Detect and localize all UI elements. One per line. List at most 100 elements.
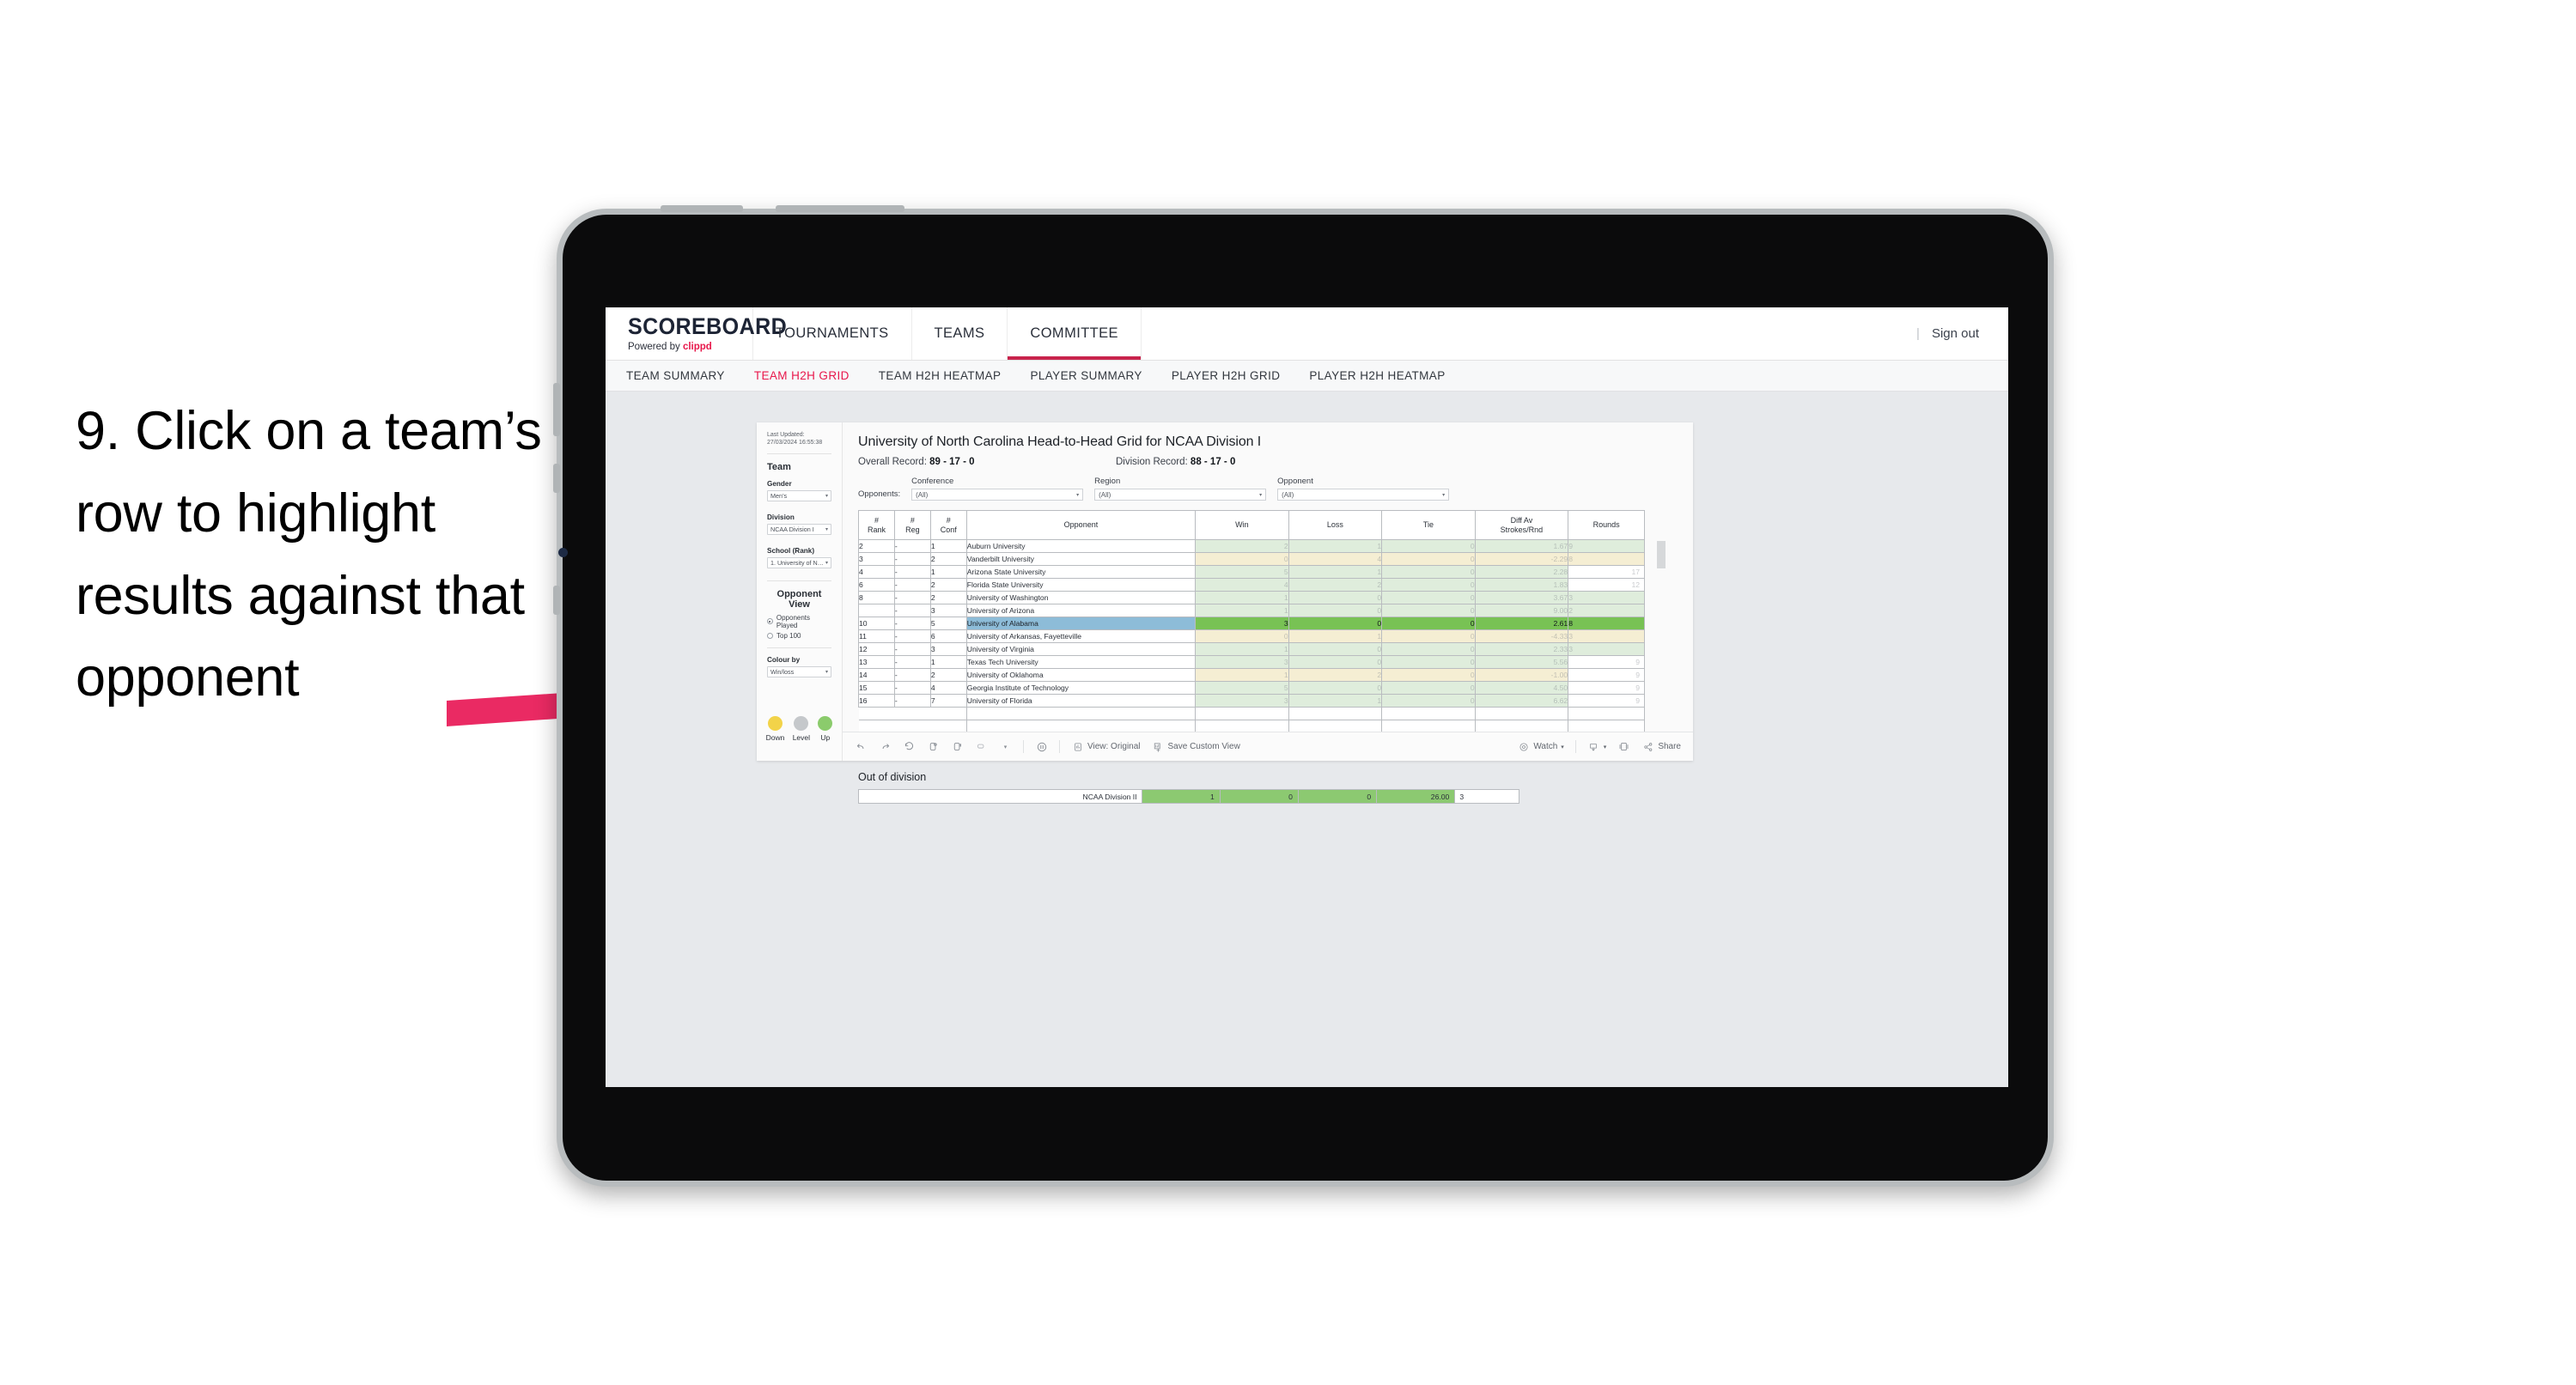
cell-rank: 14 [858, 668, 895, 682]
cell-reg: - [893, 578, 931, 592]
gender-select[interactable]: Men’s ▾ [767, 489, 831, 501]
filter-conference-label: Conference [911, 477, 954, 486]
subnav-item-player-summary[interactable]: PLAYER SUMMARY [1030, 369, 1142, 382]
col-reg-line1: # [910, 516, 915, 525]
topnav-item-committee[interactable]: COMMITTEE [1008, 307, 1142, 360]
table-row[interactable]: 4-1 Arizona State University 5 1 0 2.28 17 [858, 565, 1645, 579]
table-scrollbar[interactable] [1657, 541, 1666, 666]
col-win[interactable]: Win [1195, 510, 1289, 540]
brand-logo[interactable]: SCOREBOARD Powered by clippd [606, 307, 787, 360]
fullscreen-icon[interactable] [1617, 740, 1630, 753]
subnav-item-player-h2h-grid[interactable]: PLAYER H2H GRID [1172, 369, 1281, 382]
table-row[interactable]: 16-7 University of Florida 3 1 0 6.62 9 [858, 694, 1645, 708]
division-select[interactable]: NCAA Division I ▾ [767, 523, 831, 535]
school-rank-select[interactable]: 1. University of Nort... ▾ [767, 556, 831, 568]
cell-diff: 2.28 [1474, 565, 1569, 579]
table-row[interactable]: 6-2 Florida State University 4 2 0 1.83 12 [858, 578, 1645, 592]
ood-tie: 0 [1297, 789, 1378, 804]
cell-rounds: 2 [1568, 604, 1645, 617]
cell-diff: -2.29 [1474, 552, 1569, 566]
cell-rounds: 9 [1568, 681, 1645, 695]
records-row: Overall Record: 89 - 17 - 0 Division Rec… [858, 457, 1678, 467]
undo-arrow-icon[interactable] [975, 740, 988, 753]
header-right-group: | Sign out [1916, 307, 2008, 360]
volume-up-button [553, 464, 560, 493]
subnav-item-player-h2h-heatmap[interactable]: PLAYER H2H HEATMAP [1309, 369, 1445, 382]
view-original-label: View: Original [1087, 742, 1141, 751]
cell-conf: 4 [929, 681, 967, 695]
filter-region-select[interactable]: (All) ▾ [1094, 489, 1267, 501]
filter-region-value: (All) [1099, 490, 1111, 499]
col-rounds[interactable]: Rounds [1568, 510, 1645, 540]
download-button[interactable]: ▾ [1587, 740, 1606, 753]
cell-rank: 3 [858, 552, 895, 566]
tablet-device-frame: SCOREBOARD Powered by clippd TOURNAMENTS… [553, 205, 2054, 1187]
cell-reg: - [893, 655, 931, 669]
radio-opponents-played[interactable]: Opponents Played [767, 614, 831, 629]
filter-conference-select[interactable]: (All) ▾ [911, 489, 1084, 501]
filter-conference: Conference (All) ▾ [911, 477, 1084, 501]
table-row[interactable]: 14-2 University of Oklahoma 1 2 0 -1.00 9 [858, 668, 1645, 682]
subnav-item-team-h2h-heatmap[interactable]: TEAM H2H HEATMAP [879, 369, 1002, 382]
col-rank-line1: # [874, 516, 879, 525]
device-button-top-2 [776, 205, 904, 212]
colour-by-select[interactable]: Win/loss ▾ [767, 665, 831, 677]
table-row[interactable]: 15-4 Georgia Institute of Technology 5 0 0 4.… [858, 681, 1645, 695]
chevron-down-icon[interactable]: ▾ [999, 740, 1012, 753]
table-row[interactable]: -3 University of Arizona 1 0 0 9.00 2 [858, 604, 1645, 617]
col-rank[interactable]: # Rank [858, 510, 895, 540]
legend-label-down: Down [765, 733, 785, 742]
out-of-division-row[interactable]: NCAA Division II 1 0 0 26.00 3 [858, 789, 1519, 804]
empty-cell [1288, 707, 1383, 720]
sign-out-link[interactable]: Sign out [1932, 326, 1979, 341]
col-conf[interactable]: # Conf [929, 510, 967, 540]
topnav-item-teams[interactable]: TEAMS [912, 307, 1008, 360]
ood-loss: 0 [1219, 789, 1299, 804]
refresh-icon[interactable] [927, 740, 940, 753]
col-tie[interactable]: Tie [1381, 510, 1476, 540]
subnav-item-team-summary[interactable]: TEAM SUMMARY [626, 369, 725, 382]
cell-diff: 1.83 [1474, 578, 1569, 592]
subnav-item-team-h2h-grid[interactable]: TEAM H2H GRID [754, 369, 850, 382]
col-diff-av-strokes[interactable]: Diff Av Strokes/Rnd [1474, 510, 1569, 540]
cell-loss: 1 [1288, 694, 1383, 708]
col-conf-line1: # [946, 516, 951, 525]
table-scrollbar-thumb[interactable] [1657, 541, 1666, 568]
topnav-item-tournaments[interactable]: TOURNAMENTS [753, 307, 912, 360]
cell-conf: 3 [929, 642, 967, 656]
cell-tie: 0 [1381, 629, 1476, 643]
cell-tie: 0 [1381, 681, 1476, 695]
table-row[interactable]: 10-5 University of Alabama 3 0 0 2.61 8 [858, 617, 1645, 630]
col-reg-line2: Reg [905, 525, 920, 534]
table-row[interactable]: 3-2 Vanderbilt University 0 4 0 -2.29 8 [858, 552, 1645, 566]
col-loss[interactable]: Loss [1288, 510, 1383, 540]
gender-label: Gender [767, 479, 792, 488]
revert-icon[interactable] [903, 740, 916, 753]
col-reg[interactable]: # Reg [893, 510, 931, 540]
cell-rank: 4 [858, 565, 895, 579]
radio-top-100[interactable]: Top 100 [767, 632, 831, 640]
view-original-button[interactable]: View: Original [1071, 740, 1141, 753]
table-row[interactable]: 8-2 University of Washington 1 0 0 3.67 3 [858, 591, 1645, 604]
table-row[interactable]: 13-1 Texas Tech University 3 0 0 5.56 9 [858, 655, 1645, 669]
save-custom-view-button[interactable]: Save Custom View [1152, 740, 1240, 753]
col-opponent[interactable]: Opponent [965, 510, 1197, 540]
empty-cell [930, 707, 967, 720]
pause-icon[interactable] [951, 740, 964, 753]
watch-button[interactable]: Watch ▾ [1517, 740, 1564, 753]
table-row[interactable]: 11-6 University of Arkansas, Fayetteville… [858, 629, 1645, 643]
cell-diff: 4.50 [1474, 681, 1569, 695]
undo-icon[interactable] [855, 740, 868, 753]
cell-rounds: 9 [1568, 655, 1645, 669]
table-row[interactable]: 2-1 Auburn University 2 1 0 1.67 9 [858, 539, 1645, 553]
table-row[interactable]: 12-3 University of Virginia 1 0 0 2.33 3 [858, 642, 1645, 656]
cell-rounds: 9 [1568, 539, 1645, 553]
filter-opponent-select[interactable]: (All) ▾ [1277, 489, 1450, 501]
redo-icon[interactable] [879, 740, 892, 753]
cell-opponent: Georgia Institute of Technology [965, 681, 1197, 695]
cell-rounds: 3 [1568, 642, 1645, 656]
viz-card: Last Updated: 27/03/2024 16:55:38 Team G… [757, 422, 1693, 804]
share-button[interactable]: Share [1641, 740, 1681, 753]
pause-auto-update-icon[interactable] [1035, 740, 1048, 753]
cell-conf: 1 [929, 655, 967, 669]
